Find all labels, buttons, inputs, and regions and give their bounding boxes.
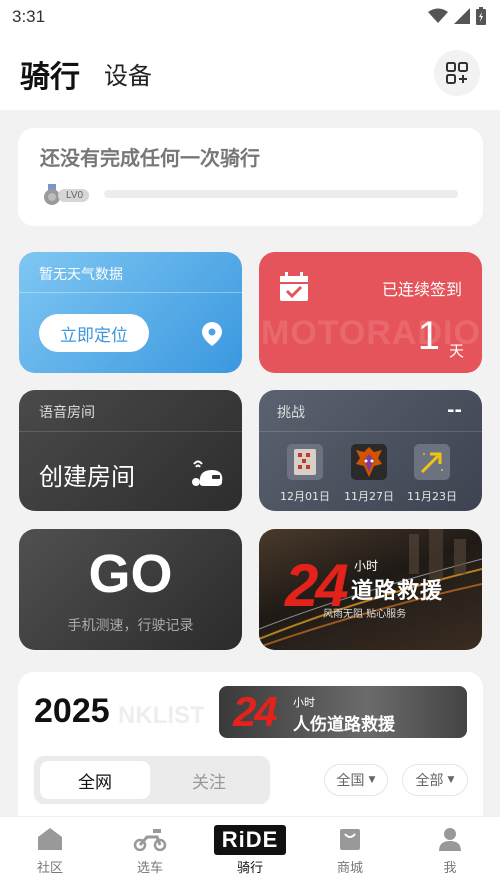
tab-ride[interactable]: 骑行: [20, 52, 80, 96]
nav-me[interactable]: 我: [400, 827, 500, 876]
nav-label: 骑行: [236, 861, 263, 876]
status-time: 3:31: [12, 7, 46, 26]
warrior-mask-icon: [356, 447, 382, 477]
challenge-medal-date: 11月23日: [407, 490, 457, 503]
nav-ride[interactable]: RiDE 骑行: [200, 825, 300, 876]
location-pin-icon: [202, 322, 222, 346]
rescue-title: 道路救援: [351, 579, 444, 604]
apps-button[interactable]: [434, 50, 480, 96]
rescue-subtitle: 风雨无阻 贴心服务: [323, 609, 407, 620]
level-badge: LV0: [42, 184, 90, 206]
header: 骑行 设备: [0, 36, 500, 110]
ride-summary-card[interactable]: 还没有完成任何一次骑行 LV0: [18, 128, 483, 226]
challenge-card[interactable]: 挑战 -- 12月01日 11月27日 11月23日: [259, 390, 482, 511]
ride-empty-text: 还没有完成任何一次骑行: [40, 146, 260, 170]
divider: [19, 431, 242, 432]
checkin-watermark: MOTORADIO: [261, 314, 481, 352]
calendar-check-icon: [280, 272, 308, 301]
voice-room-title: 语音房间: [39, 405, 95, 421]
red-pattern-badge-icon: [294, 449, 316, 475]
nav-label: 我: [443, 861, 457, 876]
banner-24: 24: [233, 688, 278, 735]
ranking-section: NKLIST 2025 24 小时 人伤道路救援 全网 关注 全国 ▼ 全部 ▼: [18, 672, 483, 832]
injury-rescue-banner[interactable]: 24 小时 人伤道路救援: [219, 686, 467, 738]
caret-down-icon: ▼: [368, 775, 376, 785]
ride-logo: RiDE: [213, 825, 287, 855]
signal-icon: [454, 8, 470, 24]
nav-label: 社区: [36, 861, 63, 876]
bottom-nav: 社区 选车 RiDE 骑行 商城 我: [0, 816, 500, 889]
go-title: GO: [88, 544, 173, 604]
challenge-medal-date: 11月27日: [344, 490, 394, 503]
go-speedometer-card[interactable]: GO 手机测速，行驶记录: [19, 529, 242, 650]
checkin-label: 已连续签到: [381, 280, 462, 299]
banner-title: 人伤道路救援: [293, 715, 395, 735]
nav-mall[interactable]: 商城: [300, 827, 400, 876]
region-filter-dropdown[interactable]: 全国 ▼: [324, 764, 388, 796]
checkin-card[interactable]: MOTORADIO 已连续签到 1 天: [259, 252, 482, 373]
gold-arrow-icon: [420, 452, 443, 474]
tab-device[interactable]: 设备: [104, 56, 152, 91]
weather-card[interactable]: 暂无天气数据 立即定位: [19, 252, 242, 373]
ranking-year: 2025: [34, 692, 110, 730]
grid-icon: [446, 62, 468, 84]
battery-icon: [476, 7, 486, 25]
road-rescue-banner[interactable]: 24 小时 道路救援 风雨无阻 贴心服务: [259, 529, 482, 650]
segment-following[interactable]: 关注: [154, 761, 264, 799]
scope-segmented-control: 全网 关注: [34, 756, 270, 804]
checkin-days: 1: [417, 314, 440, 358]
challenge-value: --: [447, 400, 462, 421]
voice-room-card[interactable]: 语音房间 创建房间: [19, 390, 242, 511]
weather-title: 暂无天气数据: [39, 267, 123, 283]
banner-hour: 小时: [293, 696, 315, 709]
go-subtitle: 手机测速，行驶记录: [67, 618, 194, 634]
type-filter-label: 全部: [415, 773, 444, 789]
caret-down-icon: ▼: [447, 775, 455, 785]
nav-community[interactable]: 社区: [0, 827, 100, 876]
locate-button[interactable]: 立即定位: [39, 314, 149, 352]
scooter-icon: [133, 829, 167, 852]
checkin-unit: 天: [448, 342, 464, 360]
home-icon: [38, 828, 62, 850]
divider: [259, 431, 482, 432]
challenge-medal-1[interactable]: [287, 444, 323, 480]
challenge-medal-date: 12月01日: [280, 490, 330, 503]
level-progress-bar: [104, 190, 458, 198]
segment-all-network[interactable]: 全网: [40, 761, 150, 799]
status-icons: [428, 7, 486, 25]
wifi-icon: [428, 8, 448, 23]
divider: [19, 292, 242, 293]
status-bar: 3:31: [0, 0, 500, 36]
challenge-medal-3[interactable]: [414, 444, 450, 480]
type-filter-dropdown[interactable]: 全部 ▼: [402, 764, 468, 796]
helmet-intercom-icon: [192, 460, 223, 486]
shopping-bag-icon: [340, 829, 360, 850]
nav-label: 选车: [136, 861, 163, 876]
nav-select-car[interactable]: 选车: [100, 827, 200, 876]
challenge-medal-2[interactable]: [351, 444, 387, 480]
nav-label: 商城: [336, 861, 363, 876]
rescue-hour: 小时: [354, 559, 379, 573]
level-text: LV0: [58, 188, 90, 202]
challenge-title: 挑战: [277, 405, 305, 421]
user-icon: [439, 828, 461, 851]
ranking-ghost-text: NKLIST: [118, 702, 205, 729]
region-filter-label: 全国: [336, 773, 365, 789]
create-room-label: 创建房间: [39, 463, 135, 491]
